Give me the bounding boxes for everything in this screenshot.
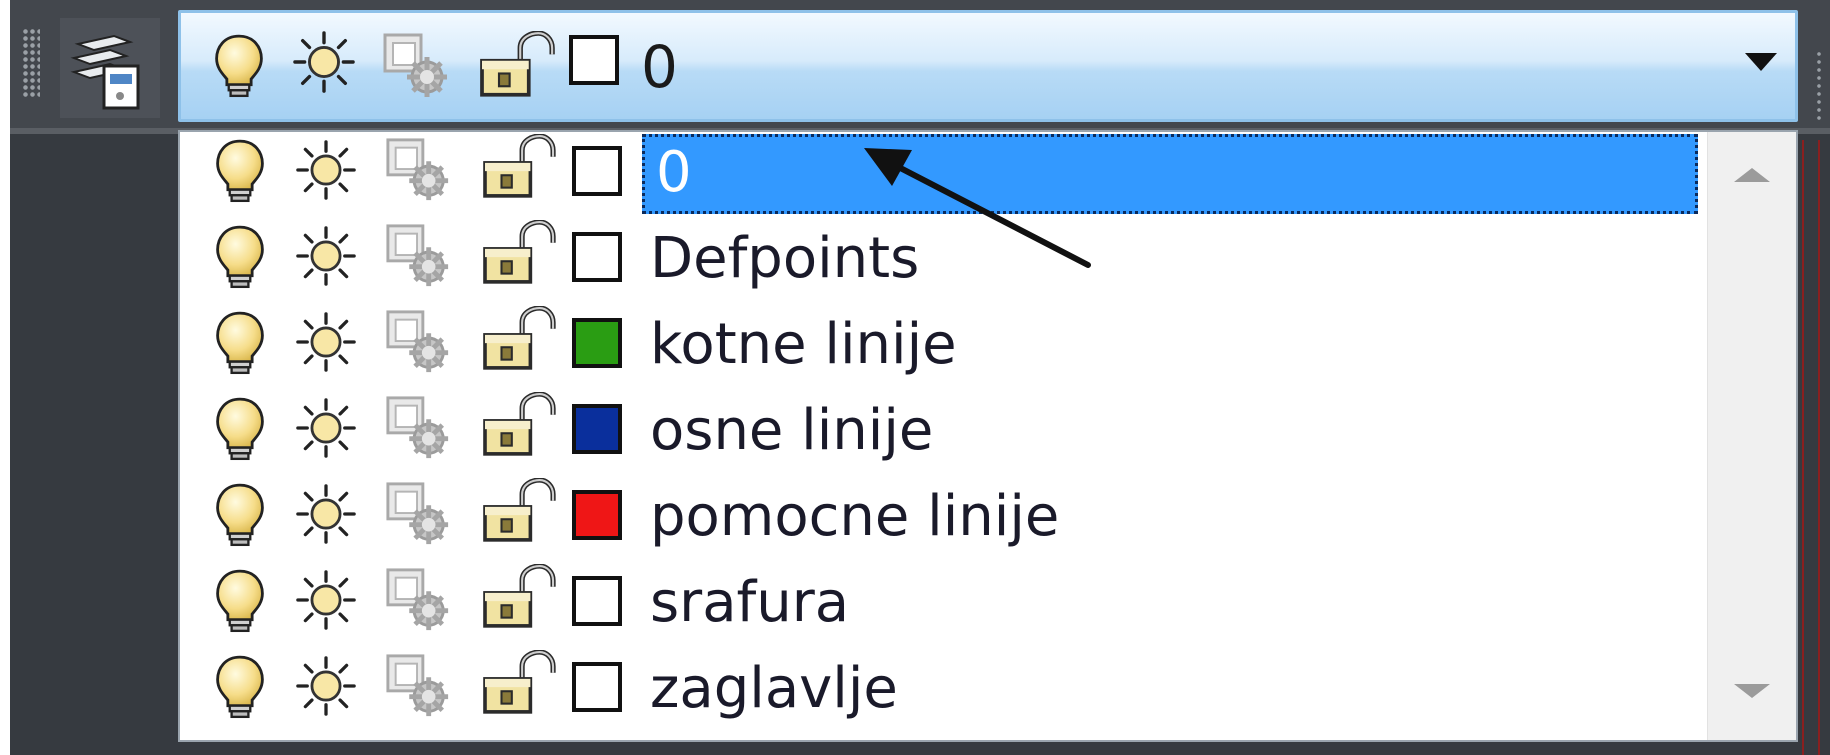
current-layer-name: 0 — [641, 33, 678, 101]
lightbulb-on-icon[interactable] — [212, 394, 268, 464]
sun-thaw-icon[interactable] — [296, 312, 356, 372]
dropdown-scrollbar[interactable] — [1707, 132, 1796, 740]
layer-row[interactable]: srafura — [180, 562, 1710, 650]
sun-thaw-icon[interactable] — [296, 226, 356, 286]
selection-highlight — [642, 134, 1698, 214]
layer-color-swatch[interactable] — [572, 404, 622, 454]
layer-color-swatch[interactable] — [572, 576, 622, 626]
layer-color-swatch[interactable] — [572, 490, 622, 540]
padlock-unlocked-icon[interactable] — [480, 650, 556, 716]
layer-name: zaglavlje — [650, 656, 898, 721]
layer-color-swatch[interactable] — [572, 662, 622, 712]
drawing-canvas-line — [1818, 140, 1820, 755]
layer-name: pomocne linije — [650, 484, 1060, 549]
padlock-unlocked-icon[interactable] — [480, 392, 556, 458]
layer-row[interactable]: 0 — [180, 132, 1710, 220]
layer-name: Defpoints — [650, 226, 920, 291]
scroll-up-arrow-icon[interactable] — [1734, 168, 1770, 182]
padlock-unlocked-icon[interactable] — [480, 306, 556, 372]
layer-row[interactable]: kotne linije — [180, 304, 1710, 392]
layer-color-swatch[interactable] — [572, 232, 622, 282]
viewport-freeze-icon[interactable] — [384, 566, 452, 634]
viewport-freeze-icon[interactable] — [384, 652, 452, 720]
sun-thaw-icon[interactable] — [296, 570, 356, 630]
toolbar-grip-handle[interactable] — [22, 28, 40, 98]
viewport-freeze-icon[interactable] — [381, 31, 451, 101]
padlock-unlocked-icon[interactable] — [480, 220, 556, 286]
layer-name: srafura — [650, 570, 850, 635]
lightbulb-on-icon[interactable] — [212, 652, 268, 722]
layer-color-swatch[interactable] — [572, 318, 622, 368]
layer-name: 0 — [656, 140, 692, 205]
layer-row[interactable]: Defpoints — [180, 218, 1710, 306]
padlock-unlocked-icon[interactable] — [480, 564, 556, 630]
layer-properties-icon — [70, 34, 140, 110]
lightbulb-on-icon[interactable] — [212, 308, 268, 378]
viewport-freeze-icon[interactable] — [384, 136, 452, 204]
layer-properties-manager-button[interactable] — [60, 18, 160, 118]
sun-thaw-icon[interactable] — [293, 31, 355, 93]
chevron-down-icon[interactable] — [1745, 53, 1777, 71]
padlock-unlocked-icon[interactable] — [477, 31, 555, 99]
lightbulb-on-icon[interactable] — [212, 136, 268, 206]
lightbulb-on-icon[interactable] — [212, 566, 268, 636]
viewport-freeze-icon[interactable] — [384, 308, 452, 376]
viewport-freeze-icon[interactable] — [384, 394, 452, 462]
padlock-unlocked-icon[interactable] — [480, 478, 556, 544]
layer-row[interactable]: pomocne linije — [180, 476, 1710, 564]
sun-thaw-icon[interactable] — [296, 484, 356, 544]
padlock-unlocked-icon[interactable] — [480, 134, 556, 200]
lightbulb-on-icon[interactable] — [211, 31, 267, 101]
lightbulb-on-icon[interactable] — [212, 480, 268, 550]
right-toolbar-grip[interactable] — [1815, 50, 1825, 120]
viewport-freeze-icon[interactable] — [384, 480, 452, 548]
drawing-canvas-line — [1802, 140, 1804, 755]
layer-control-combobox[interactable]: 0 — [178, 10, 1798, 122]
sun-thaw-icon[interactable] — [296, 656, 356, 716]
viewport-freeze-icon[interactable] — [384, 222, 452, 290]
sun-thaw-icon[interactable] — [296, 140, 356, 200]
lightbulb-on-icon[interactable] — [212, 222, 268, 292]
layer-name: kotne linije — [650, 312, 957, 377]
layer-name: osne linije — [650, 398, 934, 463]
layer-color-swatch[interactable] — [569, 35, 619, 85]
sun-thaw-icon[interactable] — [296, 398, 356, 458]
scroll-down-arrow-icon[interactable] — [1734, 684, 1770, 698]
layer-dropdown-list[interactable]: 0 Defpoints kotne linije osne linije pom… — [178, 130, 1798, 742]
layer-color-swatch[interactable] — [572, 146, 622, 196]
layer-row[interactable]: osne linije — [180, 390, 1710, 478]
layer-list: 0 Defpoints kotne linije osne linije pom… — [180, 132, 1710, 740]
layer-row[interactable]: zaglavlje — [180, 648, 1710, 736]
